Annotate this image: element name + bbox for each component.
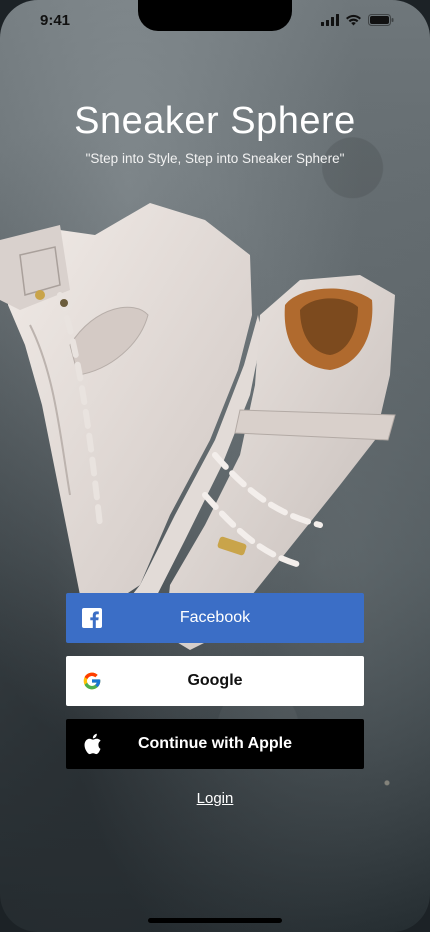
app-tagline: "Step into Style, Step into Sneaker Sphe… [85,151,345,166]
battery-icon [368,14,394,26]
status-time: 9:41 [40,12,71,29]
apple-button-label: Continue with Apple [137,735,293,752]
signal-icon [321,14,339,26]
status-icons [321,14,394,26]
status-bar: 9:41 [0,0,430,44]
google-login-button[interactable]: Google [66,656,364,706]
app-title: Sneaker Sphere [74,100,356,142]
apple-login-button[interactable]: Continue with Apple [66,719,364,769]
wifi-icon [346,14,361,26]
home-indicator [148,918,282,923]
facebook-icon [82,608,102,628]
device-notch [138,0,292,31]
apple-icon [82,733,102,755]
app-screen: 9:41 Sneaker Sphere "Step into Style, St… [0,0,430,932]
facebook-login-button[interactable]: Facebook [66,593,364,643]
facebook-button-label: Facebook [179,609,251,626]
google-button-label: Google [187,672,243,689]
login-link[interactable]: Login [0,790,430,807]
google-icon [82,671,102,691]
